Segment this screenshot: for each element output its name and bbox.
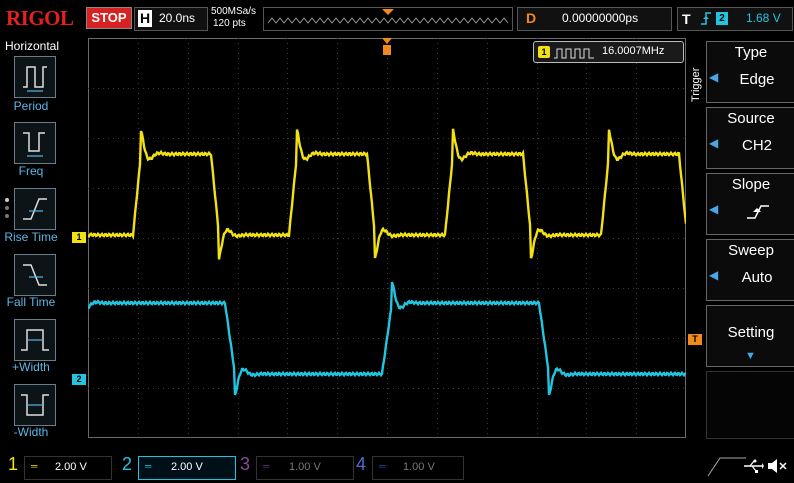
horizontal-label: H [138, 10, 152, 27]
channel-1-marker[interactable]: 1 [72, 232, 86, 243]
channel-2-waveform [87, 281, 687, 396]
channel-2-marker[interactable]: 2 [72, 374, 86, 385]
sample-rate: 500MSa/s [211, 6, 257, 17]
trigger-settings-menu[interactable]: Setting ▼ [706, 305, 794, 367]
rise-time-button[interactable] [14, 188, 56, 230]
menu-tab-icon [707, 457, 746, 477]
period-label: Period [13, 99, 49, 113]
slope-value [721, 198, 793, 226]
timebase-value: 20.0ns [159, 11, 196, 25]
trigger-side-text: Trigger [690, 67, 702, 102]
freq-button[interactable] [14, 122, 56, 164]
negative-width-button[interactable] [14, 384, 56, 426]
dc-coupling-icon: ═ [31, 461, 38, 471]
horizontal-timebase[interactable]: H 20.0ns [134, 7, 208, 31]
sweep-value: Auto [741, 269, 773, 286]
freq-label: Freq [18, 164, 44, 178]
fall-time-button[interactable] [14, 254, 56, 296]
source-value: CH2 [741, 137, 772, 154]
delay-label: D [525, 10, 537, 26]
memory-depth: 120 pts [213, 18, 246, 29]
trigger-level-marker[interactable]: T [688, 334, 702, 345]
dc-coupling-icon: ═ [379, 461, 386, 471]
memory-trigger-marker-icon [382, 9, 394, 15]
rising-slope-icon [747, 205, 769, 219]
run-stop-status[interactable]: STOP [86, 7, 132, 29]
type-value: Edge [739, 71, 775, 88]
channel-3-scale-box[interactable]: ═ 1.00 V [256, 456, 354, 480]
positive-width-icon [21, 329, 49, 351]
left-arrow-icon: ◀ [709, 202, 719, 216]
trigger-source-menu[interactable]: Source ◀ CH2 [706, 107, 794, 169]
fall-time-label: Fall Time [6, 295, 56, 309]
channel-1-scale-box[interactable]: ═ 2.00 V [24, 456, 112, 480]
rise-time-label: Rise Time [4, 230, 58, 244]
channel-3-number: 3 [240, 454, 251, 474]
trigger-status[interactable]: T 2 1.68 V [677, 7, 793, 31]
rise-time-icon [23, 198, 47, 220]
channel-1-scale: 2.00 V [55, 461, 87, 473]
memory-zigzag-icon [267, 9, 509, 24]
channel-4-scale-box[interactable]: ═ 1.00 V [372, 456, 464, 480]
measurement-readout[interactable]: 1 16.0007MHz [533, 41, 684, 63]
slope-label: Slope [731, 176, 771, 193]
positive-width-button[interactable] [14, 319, 56, 361]
pulse-train-icon [554, 46, 594, 64]
measure-value: 16.0007MHz [602, 45, 665, 57]
waveform-display[interactable] [87, 38, 688, 438]
trigger-position-icon [382, 38, 392, 55]
negative-width-icon [21, 394, 49, 416]
channel-1-number: 1 [8, 454, 19, 474]
period-button[interactable] [14, 56, 56, 98]
usb-icon [742, 458, 764, 479]
waveform-memory-bar [263, 7, 513, 31]
type-label: Type [734, 44, 768, 61]
left-arrow-icon: ◀ [709, 268, 719, 282]
left-arrow-icon: ◀ [709, 136, 719, 150]
empty-menu-slot [706, 371, 794, 439]
dc-coupling-icon: ═ [145, 461, 152, 471]
menu-tab[interactable] [706, 456, 746, 478]
sweep-label: Sweep [728, 242, 774, 259]
measure-channel-badge: 1 [538, 46, 550, 58]
left-panel-title: Horizontal [5, 39, 60, 53]
mute-speaker-icon[interactable] [766, 457, 788, 480]
channel-4-number: 4 [356, 454, 367, 474]
trigger-source-badge: 2 [716, 12, 728, 25]
delay-value: 0.00000000ps [562, 11, 639, 25]
trigger-menu-side-label: Trigger [690, 60, 704, 105]
channel-4-scale: 1.00 V [403, 461, 435, 473]
page-dots-icon [3, 196, 11, 231]
rising-edge-icon [700, 11, 712, 30]
trigger-level: 1.68 V [746, 11, 781, 25]
frequency-icon [23, 132, 45, 157]
left-arrow-icon: ◀ [709, 70, 719, 84]
down-arrow-icon: ▼ [745, 350, 756, 362]
settings-label: Setting [727, 324, 775, 341]
brand-logo: RIGOL [6, 6, 74, 30]
trigger-position-marker[interactable] [382, 38, 392, 61]
trigger-slope-menu[interactable]: Slope ◀ [706, 173, 794, 235]
trigger-type-menu[interactable]: Type ◀ Edge [706, 41, 794, 103]
dc-coupling-icon: ═ [263, 461, 270, 471]
positive-width-label: +Width [12, 360, 50, 374]
period-icon [23, 66, 47, 92]
source-label: Source [727, 110, 775, 127]
delay-display[interactable]: D 0.00000000ps [517, 7, 672, 31]
fall-time-icon [23, 264, 47, 286]
channel-2-number: 2 [122, 454, 133, 474]
channel-3-scale: 1.00 V [289, 461, 321, 473]
trigger-label: T [682, 11, 691, 27]
channel-2-scale-box[interactable]: ═ 2.00 V [138, 456, 236, 480]
trigger-sweep-menu[interactable]: Sweep ◀ Auto [706, 239, 794, 301]
negative-width-label: -Width [13, 425, 49, 439]
waveform-grid [87, 38, 688, 438]
channel-2-scale: 2.00 V [171, 461, 203, 473]
